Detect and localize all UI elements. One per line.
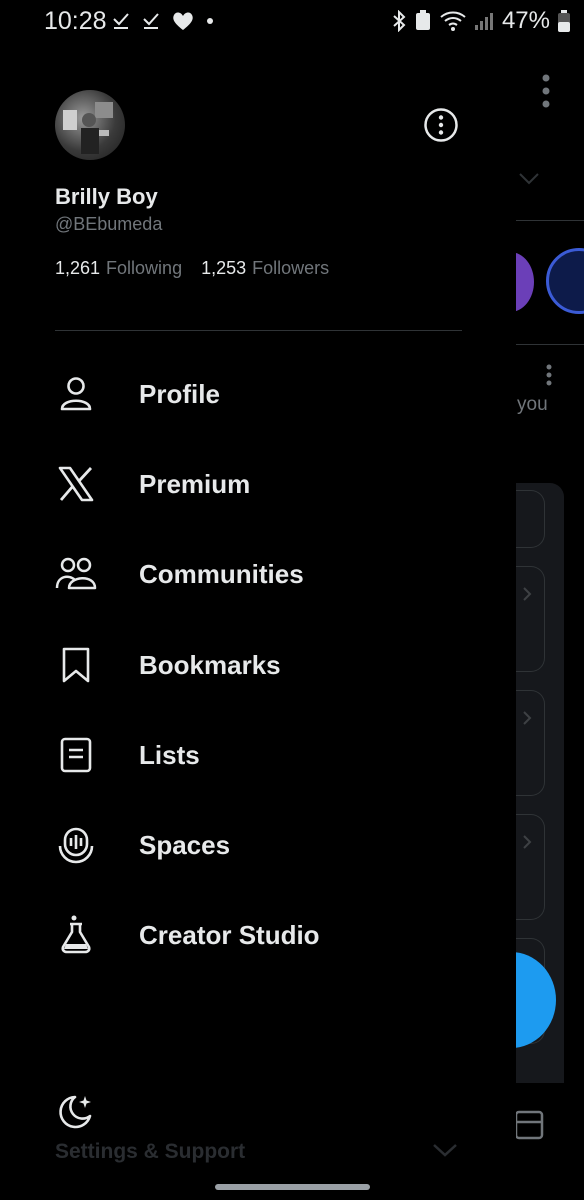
background-card	[516, 566, 545, 672]
divider	[55, 330, 462, 331]
menu-item-spaces[interactable]: Spaces	[55, 815, 485, 875]
moon-icon[interactable]	[55, 1092, 95, 1132]
messages-icon[interactable]	[514, 1108, 544, 1142]
signal-icon	[474, 13, 493, 30]
background-card	[516, 690, 545, 796]
following-label: Following	[106, 258, 183, 278]
background-card	[516, 490, 545, 548]
divider	[516, 220, 584, 221]
followers-count: 1,253	[201, 258, 247, 278]
menu-label: Premium	[139, 468, 251, 499]
profile-name[interactable]: Brilly Boy	[55, 184, 158, 210]
chevron-down-icon	[519, 173, 539, 185]
bookmark-icon	[55, 644, 97, 686]
navigation-drawer: Brilly Boy @BEbumeda 1,261 Following 1,25…	[0, 44, 516, 1200]
nfc-icon	[415, 10, 430, 30]
overflow-icon	[546, 364, 552, 386]
notification-icons	[112, 11, 214, 31]
wifi-icon	[440, 11, 466, 31]
spaces-icon	[55, 824, 97, 866]
menu-item-profile[interactable]: Profile	[55, 364, 485, 424]
menu-label: Profile	[139, 378, 220, 409]
followers-link[interactable]: 1,253 Followers	[201, 258, 329, 278]
person-icon	[55, 373, 97, 415]
x-logo-icon	[55, 463, 97, 505]
profile-handle: @BEbumeda	[55, 214, 163, 234]
menu-label: Creator Studio	[139, 919, 320, 950]
menu-label: Bookmarks	[139, 649, 281, 680]
battery-percentage: 47%	[501, 7, 550, 34]
menu-label: Lists	[139, 739, 200, 770]
menu-label: Spaces	[139, 829, 231, 860]
chevron-right-icon	[523, 835, 532, 849]
chevron-right-icon	[523, 587, 532, 601]
system-icons: 47%	[392, 7, 570, 35]
menu-item-communities[interactable]: Communities	[55, 544, 485, 604]
following-count: 1,261	[55, 258, 101, 278]
home-indicator[interactable]	[215, 1184, 370, 1190]
menu-item-creator-studio[interactable]: Creator Studio	[55, 905, 485, 965]
avatar-photo	[63, 102, 113, 154]
profile-avatar[interactable]	[55, 90, 125, 160]
heart-icon	[173, 12, 193, 30]
dot-icon	[207, 18, 213, 24]
background-card	[516, 814, 545, 920]
background-text: you	[517, 394, 548, 415]
chevron-down-icon[interactable]	[432, 1142, 458, 1158]
follow-stats: 1,261 Following 1,253 Followers	[55, 258, 329, 279]
status-time: 10:28	[44, 7, 107, 35]
flask-icon	[55, 914, 97, 956]
settings-support[interactable]: Settings & Support	[55, 1140, 245, 1164]
more-options-icon[interactable]	[423, 107, 459, 143]
menu-label: Communities	[139, 558, 304, 589]
followers-label: Followers	[252, 258, 330, 278]
divider	[516, 344, 584, 345]
communities-icon	[55, 553, 97, 595]
menu-item-bookmarks[interactable]: Bookmarks	[55, 635, 485, 695]
bluetooth-icon	[393, 10, 406, 32]
checkmark-icon	[143, 13, 159, 29]
following-link[interactable]: 1,261 Following	[55, 258, 187, 278]
list-icon	[55, 734, 97, 776]
battery-icon	[558, 10, 570, 32]
menu-item-premium[interactable]: Premium	[55, 454, 485, 514]
chevron-right-icon	[523, 711, 532, 725]
status-bar: 10:28 47%	[0, 0, 584, 44]
overflow-icon	[542, 74, 550, 108]
menu-item-lists[interactable]: Lists	[55, 725, 485, 785]
checkmark-icon	[113, 13, 129, 29]
